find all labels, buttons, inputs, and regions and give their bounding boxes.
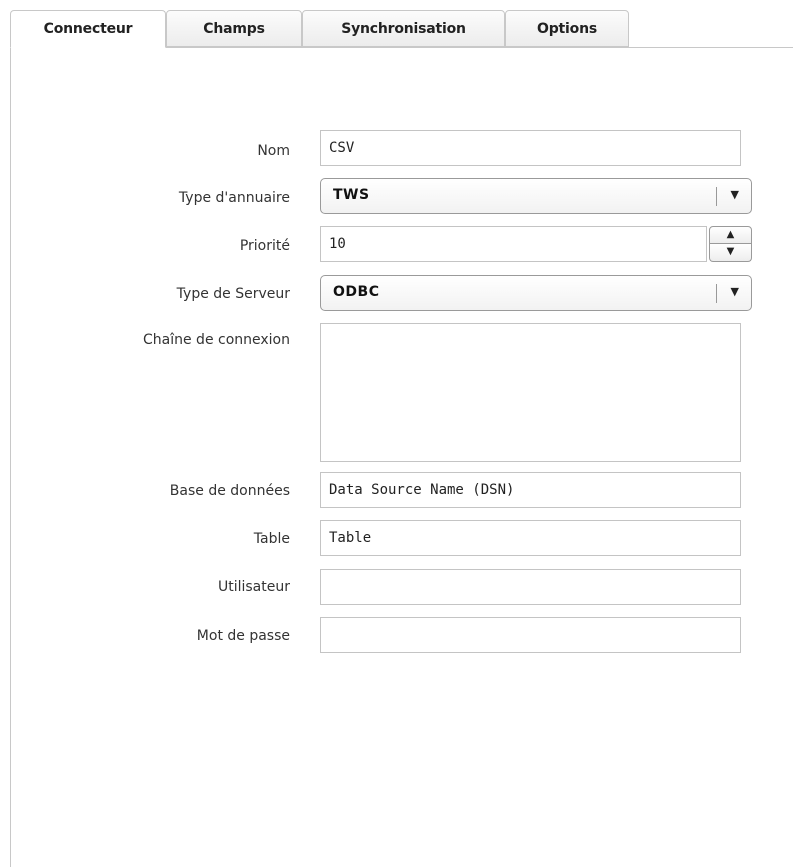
select-separator xyxy=(716,187,717,206)
chaine-connexion-field[interactable] xyxy=(320,323,741,462)
type-annuaire-label: Type d'annuaire xyxy=(178,190,290,206)
mot-de-passe-label: Mot de passe xyxy=(196,628,290,644)
utilisateur-label: Utilisateur xyxy=(217,579,290,595)
arrow-down-icon[interactable]: ▼ xyxy=(709,244,752,262)
nom-field[interactable] xyxy=(320,130,741,166)
arrow-up-icon[interactable]: ▲ xyxy=(709,226,752,244)
tab-connecteur[interactable]: Connecteur xyxy=(10,10,166,48)
base-donnees-field[interactable] xyxy=(320,472,741,508)
type-serveur-value: ODBC xyxy=(333,284,380,300)
chaine-connexion-label: Chaîne de connexion xyxy=(143,332,290,348)
tab-options[interactable]: Options xyxy=(505,10,629,47)
priorite-stepper: ▲ ▼ xyxy=(320,226,752,262)
type-serveur-select[interactable]: ODBC ▼ xyxy=(320,275,752,311)
base-donnees-label: Base de données xyxy=(169,483,290,499)
priorite-field[interactable] xyxy=(320,226,707,262)
chevron-down-icon: ▼ xyxy=(730,188,739,201)
type-annuaire-value: TWS xyxy=(333,187,370,203)
type-annuaire-select[interactable]: TWS ▼ xyxy=(320,178,752,214)
priorite-label: Priorité xyxy=(239,238,290,254)
select-separator xyxy=(716,284,717,303)
mot-de-passe-field[interactable] xyxy=(320,617,741,653)
tab-champs[interactable]: Champs xyxy=(166,10,302,47)
table-label: Table xyxy=(253,531,290,547)
table-field[interactable] xyxy=(320,520,741,556)
priorite-spin-buttons: ▲ ▼ xyxy=(709,226,752,262)
chevron-down-icon: ▼ xyxy=(730,285,739,298)
tab-bar: Connecteur Champs Synchronisation Option… xyxy=(10,10,793,48)
tab-synchronisation[interactable]: Synchronisation xyxy=(302,10,505,47)
utilisateur-field[interactable] xyxy=(320,569,741,605)
type-serveur-label: Type de Serveur xyxy=(176,286,290,302)
nom-label: Nom xyxy=(257,143,290,159)
